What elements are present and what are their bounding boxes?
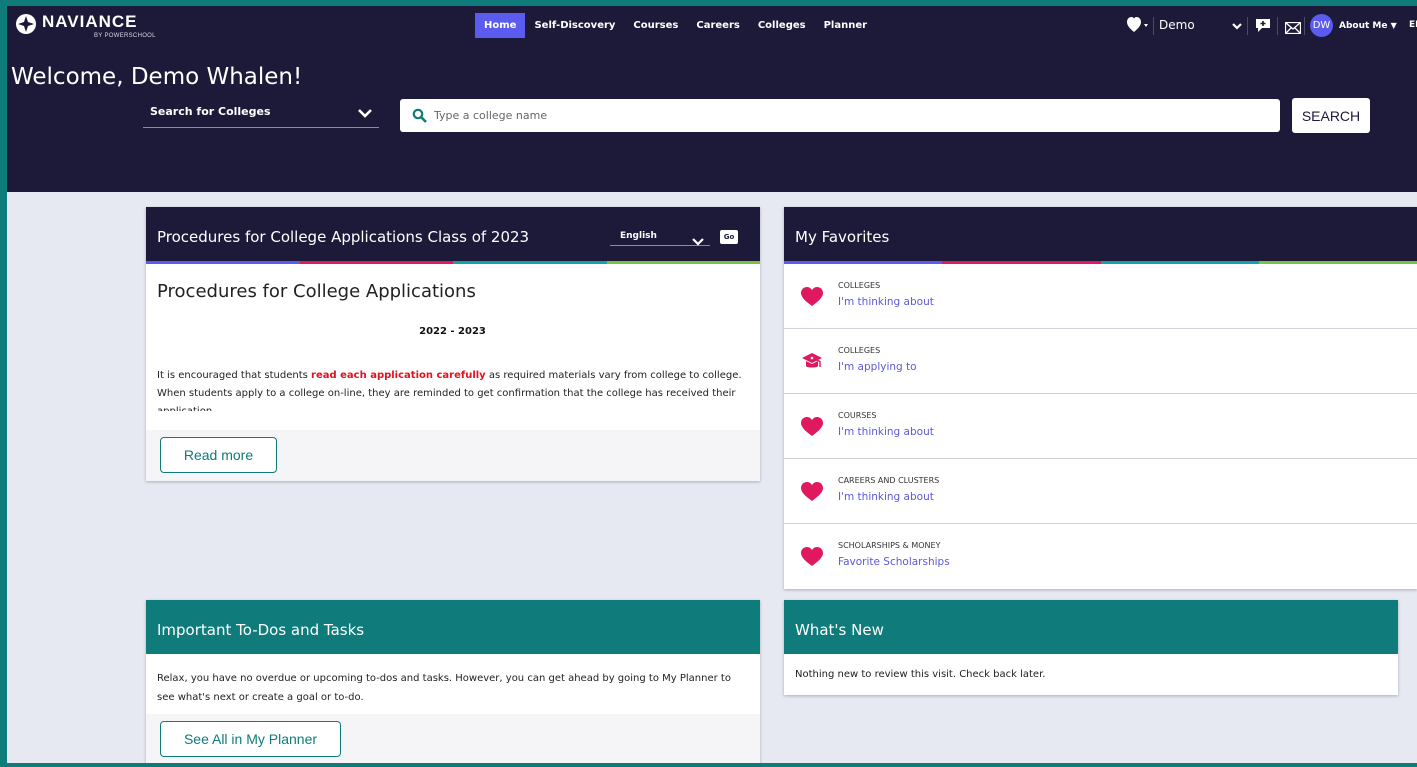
divider [1247, 17, 1248, 35]
divider [1153, 17, 1154, 35]
search-type-select[interactable]: Search for Colleges [143, 98, 379, 128]
welcome-heading: Welcome, Demo Whalen! [11, 64, 303, 90]
avatar[interactable]: DW [1310, 14, 1333, 37]
favorite-link[interactable]: Favorite Scholarships [838, 556, 950, 568]
brand-sub: BY POWERSCHOOL [94, 33, 156, 39]
naviance-logo[interactable]: NAVIANCE BY POWERSCHOOL [16, 12, 156, 44]
favorites-card-title: My Favorites [795, 228, 890, 246]
search-icon [412, 108, 428, 128]
graduation-cap-icon [801, 352, 823, 376]
favorite-link[interactable]: I'm thinking about [838, 296, 934, 308]
profile-switcher[interactable]: Demo [1159, 13, 1195, 38]
divider [1277, 17, 1278, 35]
procedures-card-title: Procedures for College Applications Clas… [157, 228, 530, 246]
todos-card: Important To-Dos and Tasks Relax, you ha… [146, 600, 760, 763]
main-nav: Home Self-Discovery Courses Careers Coll… [475, 13, 876, 38]
caret-down-icon: ▼ [1390, 21, 1397, 30]
brand-name: NAVIANCE [42, 12, 138, 31]
favorite-item-courses[interactable]: COURSES I'm thinking about [784, 394, 1417, 459]
about-me-label: About Me [1339, 21, 1388, 31]
search-type-label: Search for Colleges [150, 105, 271, 118]
whats-new-message: Nothing new to review this visit. Check … [795, 669, 1046, 680]
heart-icon [801, 547, 823, 571]
procedures-body: Procedures for College Applications 2022… [157, 281, 748, 411]
favorite-category: SCHOLARSHIPS & MONEY [838, 541, 941, 550]
nav-item-careers[interactable]: Careers [687, 13, 748, 38]
language-go-button[interactable]: Go [720, 230, 738, 244]
favorite-item-careers[interactable]: CAREERS AND CLUSTERS I'm thinking about [784, 459, 1417, 524]
chevron-down-icon[interactable] [1231, 18, 1243, 37]
search-button[interactable]: SEARCH [1292, 98, 1370, 133]
todos-card-header: Important To-Dos and Tasks [146, 600, 760, 654]
excerpt-highlight: read each application carefully [311, 370, 486, 381]
procedures-excerpt: It is encouraged that students read each… [157, 367, 748, 411]
nav-item-planner[interactable]: Planner [815, 13, 876, 38]
procedures-card-footer: Read more [146, 430, 760, 481]
procedures-year: 2022 - 2023 [419, 326, 486, 337]
nav-item-colleges[interactable]: Colleges [749, 13, 815, 38]
todos-card-footer: See All in My Planner [146, 714, 760, 763]
favorite-category: COLLEGES [838, 346, 881, 355]
college-search-box [400, 99, 1280, 132]
favorite-item-scholarships[interactable]: SCHOLARSHIPS & MONEY Favorite Scholarshi… [784, 524, 1417, 589]
procedures-card: Procedures for College Applications Clas… [146, 207, 760, 481]
favorites-menu-button[interactable] [1127, 17, 1149, 37]
whats-new-card-header: What's New [784, 600, 1398, 654]
heart-icon [801, 417, 823, 441]
favorite-category: COLLEGES [838, 281, 881, 290]
todos-message: Relax, you have no overdue or upcoming t… [157, 673, 731, 703]
favorite-item-colleges-thinking[interactable]: COLLEGES I'm thinking about [784, 264, 1417, 329]
top-header: NAVIANCE BY POWERSCHOOL Home Self-Discov… [7, 6, 1417, 192]
language-select-value: English [620, 231, 657, 241]
favorite-link[interactable]: I'm applying to [838, 361, 917, 373]
language-menu[interactable]: EN [1409, 13, 1417, 38]
favorite-link[interactable]: I'm thinking about [838, 426, 934, 438]
chevron-down-icon [692, 232, 704, 251]
compass-icon [16, 14, 36, 34]
nav-item-courses[interactable]: Courses [624, 13, 687, 38]
procedures-card-header: Procedures for College Applications Clas… [146, 207, 760, 261]
favorite-category: CAREERS AND CLUSTERS [838, 476, 940, 485]
favorite-link[interactable]: I'm thinking about [838, 491, 934, 503]
whats-new-card: What's New Nothing new to review this vi… [784, 600, 1398, 695]
heart-icon [1127, 17, 1148, 32]
favorite-category: COURSES [838, 411, 877, 420]
college-search-input[interactable] [434, 99, 1254, 132]
about-me-menu[interactable]: About Me ▼ [1339, 13, 1397, 39]
favorites-card: My Favorites COLLEGES I'm thinking about… [784, 207, 1417, 589]
app-frame: NAVIANCE BY POWERSCHOOL Home Self-Discov… [7, 6, 1417, 763]
favorite-item-colleges-applying[interactable]: COLLEGES I'm applying to [784, 329, 1417, 394]
see-all-planner-button[interactable]: See All in My Planner [160, 721, 341, 757]
rainbow-divider [146, 261, 760, 264]
chat-icon[interactable] [1255, 18, 1271, 37]
nav-item-self-discovery[interactable]: Self-Discovery [525, 13, 624, 38]
nav-item-home[interactable]: Home [475, 13, 526, 38]
excerpt-text: It is encouraged that students [157, 370, 312, 381]
divider [1304, 17, 1305, 35]
heart-icon [801, 482, 823, 506]
todos-card-title: Important To-Dos and Tasks [157, 621, 365, 639]
whats-new-card-title: What's New [795, 621, 884, 639]
chevron-down-icon [357, 105, 373, 124]
favorites-card-header: My Favorites [784, 207, 1417, 261]
procedures-heading: Procedures for College Applications [157, 281, 476, 302]
read-more-button[interactable]: Read more [160, 437, 277, 473]
mail-icon[interactable] [1284, 19, 1302, 38]
heart-icon [801, 287, 823, 311]
language-select[interactable]: English [610, 229, 710, 246]
